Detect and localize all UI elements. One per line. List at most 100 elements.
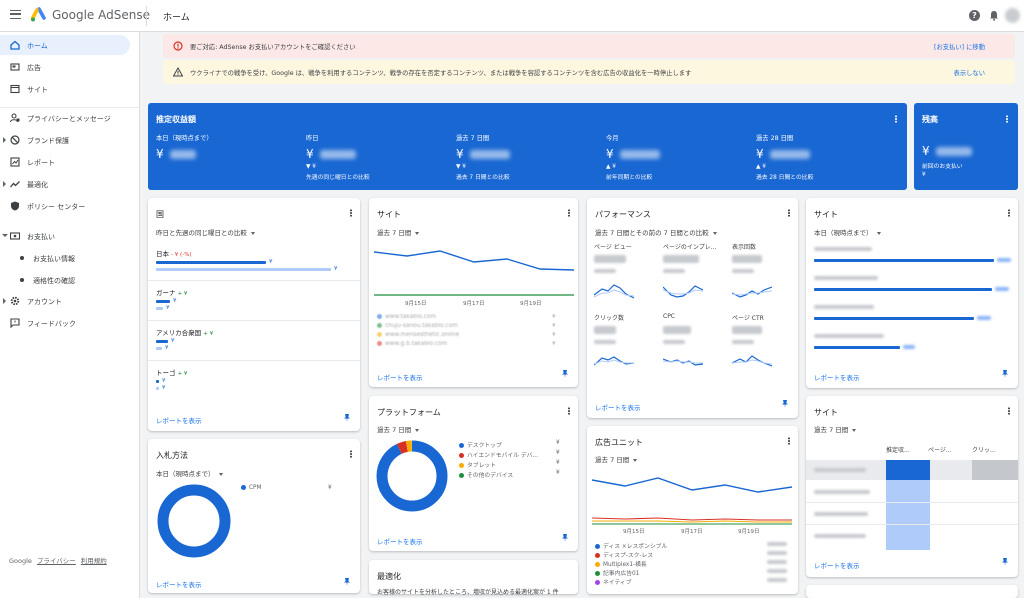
sidebar-item-eligibility[interactable]: 適格性の確認 — [0, 270, 130, 290]
view-report-link[interactable]: レポートを表示 — [814, 372, 860, 382]
sidebar-item-label: 広告 — [27, 64, 41, 72]
table-header-revenue[interactable]: 推定収... — [886, 445, 910, 454]
payment-alert-banner: 要ご対応: AdSense お支払いアカウントをご確認ください [お支払い] に… — [163, 34, 1015, 58]
earnings-currency: ¥ — [156, 147, 164, 161]
x-tick: 9月15日 — [623, 529, 645, 535]
help-icon[interactable]: ? — [969, 10, 980, 21]
sites-icon — [10, 84, 20, 94]
more-vert-icon[interactable] — [788, 437, 790, 445]
collapse-icon[interactable] — [2, 234, 8, 237]
more-vert-icon[interactable] — [568, 407, 570, 415]
sidebar-item-sites[interactable]: サイト — [0, 79, 130, 99]
last-payment-label: 前回のお支払い — [922, 164, 963, 170]
adunit-legend-item: ディス ×レスポンシブル — [595, 541, 667, 550]
sidebar-item-ads[interactable]: 広告 — [0, 57, 130, 77]
table-header-clicks[interactable]: クリッ... — [972, 445, 996, 454]
table-header-pageviews[interactable]: ページ... — [928, 445, 952, 454]
sidebar-item-payment-info[interactable]: お支払い情報 — [0, 248, 130, 268]
sidebar-item-home[interactable]: ホーム — [0, 35, 130, 55]
home-icon — [10, 40, 20, 50]
country-bar-value-prev: ¥ — [334, 266, 338, 272]
pin-icon[interactable] — [782, 400, 788, 408]
sidebar-item-reports[interactable]: レポート — [0, 152, 130, 172]
site-legend-item: www.takablo.com — [377, 314, 436, 320]
sidebar-item-label: レポート — [27, 159, 55, 167]
country-name: トーゴ — [156, 369, 176, 377]
bell-icon[interactable] — [989, 10, 999, 21]
optimization-text: お客様のサイトを分析したところ、増収が見込める最適化案が 1 件 — [377, 589, 559, 596]
card-title: パフォーマンス — [595, 210, 651, 219]
earnings-currency: ¥ — [606, 147, 614, 161]
pin-icon[interactable] — [562, 534, 568, 542]
site-line-chart — [374, 250, 574, 296]
country-bar — [156, 300, 170, 303]
sidebar-item-feedback[interactable]: フィードバック — [0, 313, 130, 333]
more-vert-icon[interactable] — [350, 450, 352, 458]
date-filter-dropdown[interactable]: 過去 7 日間 — [377, 227, 419, 237]
more-vert-icon[interactable] — [1008, 209, 1010, 217]
earnings-delta: ▼ ¥ — [456, 164, 466, 170]
date-filter-dropdown[interactable]: 過去 7 日間とその前の 7 日間との比較 — [595, 227, 717, 237]
x-tick: 9月17日 — [681, 529, 703, 535]
more-vert-icon[interactable] — [350, 209, 352, 217]
report-icon — [10, 157, 20, 167]
sidebar-item-optimization[interactable]: 最適化 — [0, 174, 130, 194]
pin-icon[interactable] — [344, 414, 350, 422]
date-filter-dropdown[interactable]: 昨日と先週の同じ曜日との比較 — [156, 227, 255, 237]
view-report-link[interactable]: レポートを表示 — [156, 579, 202, 589]
sidebar-item-payments[interactable]: お支払い — [0, 226, 130, 246]
date-filter-dropdown[interactable]: 過去 7 日間 — [377, 424, 419, 434]
pin-icon[interactable] — [562, 370, 568, 378]
menu-icon[interactable] — [10, 10, 21, 19]
country-bar-prev — [156, 268, 331, 271]
card-title: 残高 — [922, 115, 938, 124]
terms-link[interactable]: 利用規約 — [81, 557, 107, 565]
go-to-payments-link[interactable]: [お支払い] に移動 — [934, 42, 985, 51]
expand-icon[interactable] — [3, 181, 6, 187]
more-vert-icon[interactable] — [568, 209, 570, 217]
platform-legend-item: タブレット — [459, 460, 496, 469]
more-vert-icon[interactable] — [1006, 115, 1008, 123]
adunit-series-line — [592, 477, 792, 493]
view-report-link[interactable]: レポートを表示 — [377, 536, 423, 546]
sidebar-item-policy-center[interactable]: ポリシー センター — [0, 196, 130, 216]
view-report-link[interactable]: レポートを表示 — [595, 402, 641, 412]
metric-label: 表示回数 — [732, 244, 757, 251]
expand-icon[interactable] — [3, 298, 6, 304]
more-vert-icon[interactable] — [788, 209, 790, 217]
dismiss-link[interactable]: 表示しない — [954, 68, 985, 77]
date-filter-dropdown[interactable]: 過去 7 日間 — [595, 454, 637, 464]
view-report-link[interactable]: レポートを表示 — [377, 372, 423, 382]
brand-name[interactable]: Google AdSense — [52, 8, 150, 22]
pin-icon[interactable] — [344, 578, 350, 586]
metric-label: ページのインプレ... — [663, 244, 717, 251]
country-bar-value: ¥ — [269, 259, 273, 265]
pin-icon[interactable] — [1002, 370, 1008, 378]
earnings-label: 今月 — [606, 135, 619, 142]
date-filter-dropdown[interactable]: 本日（現時点まで） — [156, 468, 223, 478]
country-bar-prev — [156, 307, 163, 310]
legend-cpm: CPM — [241, 485, 262, 491]
expand-icon[interactable] — [3, 137, 6, 143]
more-vert-icon[interactable] — [895, 115, 897, 123]
ads-icon — [10, 63, 20, 71]
sidebar-item-account[interactable]: アカウント — [0, 291, 130, 311]
earnings-label: 過去 7 日間 — [456, 135, 490, 142]
privacy-link[interactable]: プライバシー — [37, 557, 76, 565]
view-report-link[interactable]: レポートを表示 — [156, 415, 202, 425]
adunit-legend-value — [767, 560, 787, 564]
pin-icon[interactable] — [1002, 558, 1008, 566]
shield-icon — [11, 201, 19, 211]
sidebar-item-privacy[interactable]: プライバシーとメッセージ — [0, 108, 130, 128]
more-vert-icon[interactable] — [1008, 407, 1010, 415]
date-filter-dropdown[interactable]: 過去 7 日間 — [814, 424, 856, 434]
country-name: ガーナ — [156, 289, 176, 297]
country-card: 国 昨日と先週の同じ曜日との比較 日本 - ¥ (-%) ¥ ¥ ガーナ + ¥… — [148, 198, 360, 431]
avatar[interactable] — [1005, 8, 1020, 23]
metric-sparkline — [663, 285, 703, 298]
date-filter-dropdown[interactable]: 本日（現時点まで） — [814, 227, 881, 237]
sidebar-item-brand-safety[interactable]: ブランド保護 — [0, 130, 130, 150]
x-tick: 9月19日 — [738, 529, 760, 535]
country-change: - ¥ (-%) — [171, 252, 192, 258]
view-report-link[interactable]: レポートを表示 — [814, 560, 860, 570]
